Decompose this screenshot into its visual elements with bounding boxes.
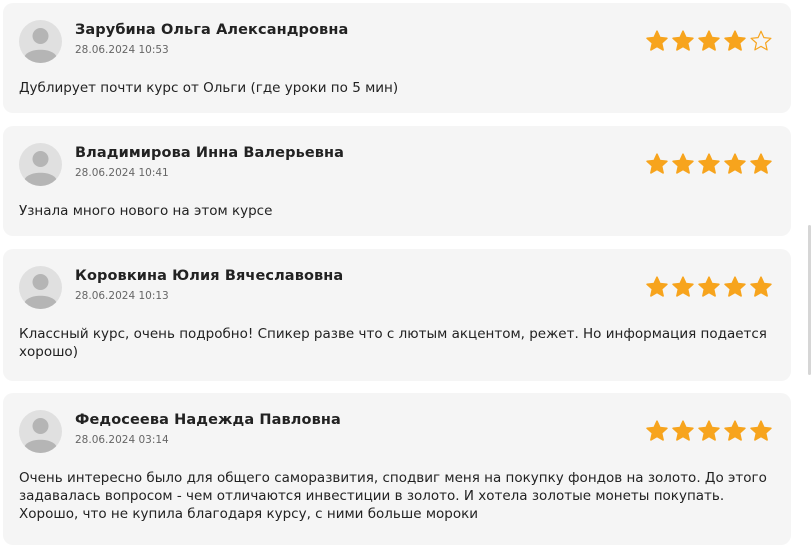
star-filled-icon <box>698 153 720 174</box>
review-text: Дублирует почти курс от Ольги (где уроки… <box>19 80 399 96</box>
star-filled-icon <box>724 153 746 174</box>
star-filled-icon <box>672 30 694 51</box>
star-filled-icon <box>698 30 720 51</box>
star-filled-icon <box>750 420 772 441</box>
star-filled-icon <box>672 153 694 174</box>
star-filled-icon <box>724 30 746 51</box>
star-rating <box>646 153 772 175</box>
review-card: Зарубина Ольга Александровна 28.06.2024 … <box>3 3 791 113</box>
star-filled-icon <box>750 153 772 174</box>
reviews-list: Зарубина Ольга Александровна 28.06.2024 … <box>0 0 811 545</box>
star-filled-icon <box>672 420 694 441</box>
star-filled-icon <box>646 153 668 174</box>
review-card: Коровкина Юлия Вячеславовна 28.06.2024 1… <box>3 249 791 381</box>
star-filled-icon <box>646 30 668 51</box>
review-author: Федосеева Надежда Павловна <box>75 412 341 428</box>
star-filled-icon <box>724 276 746 297</box>
review-text: Очень интересно было для общего саморазв… <box>19 470 767 522</box>
review-date: 28.06.2024 10:53 <box>75 44 169 56</box>
star-filled-icon <box>672 276 694 297</box>
star-empty-icon <box>750 30 772 51</box>
review-author: Зарубина Ольга Александровна <box>75 22 349 38</box>
review-date: 28.06.2024 10:41 <box>75 167 169 179</box>
user-placeholder-icon <box>19 266 62 309</box>
star-rating <box>646 276 772 298</box>
user-placeholder-icon <box>19 410 62 453</box>
star-rating <box>646 30 772 52</box>
star-filled-icon <box>698 420 720 441</box>
star-filled-icon <box>646 276 668 297</box>
star-filled-icon <box>750 276 772 297</box>
star-filled-icon <box>698 276 720 297</box>
review-text: Классный курс, очень подробно! Спикер ра… <box>19 326 767 360</box>
review-text: Узнала много нового на этом курсе <box>19 203 273 219</box>
user-placeholder-icon <box>19 20 62 63</box>
review-card: Владимирова Инна Валерьевна 28.06.2024 1… <box>3 126 791 236</box>
review-author: Коровкина Юлия Вячеславовна <box>75 268 344 284</box>
review-date: 28.06.2024 10:13 <box>75 290 169 302</box>
review-date: 28.06.2024 03:14 <box>75 434 169 446</box>
star-filled-icon <box>646 420 668 441</box>
star-rating <box>646 420 772 442</box>
star-filled-icon <box>724 420 746 441</box>
review-author: Владимирова Инна Валерьевна <box>75 145 345 161</box>
review-card: Федосеева Надежда Павловна 28.06.2024 03… <box>3 393 791 545</box>
user-placeholder-icon <box>19 143 62 186</box>
